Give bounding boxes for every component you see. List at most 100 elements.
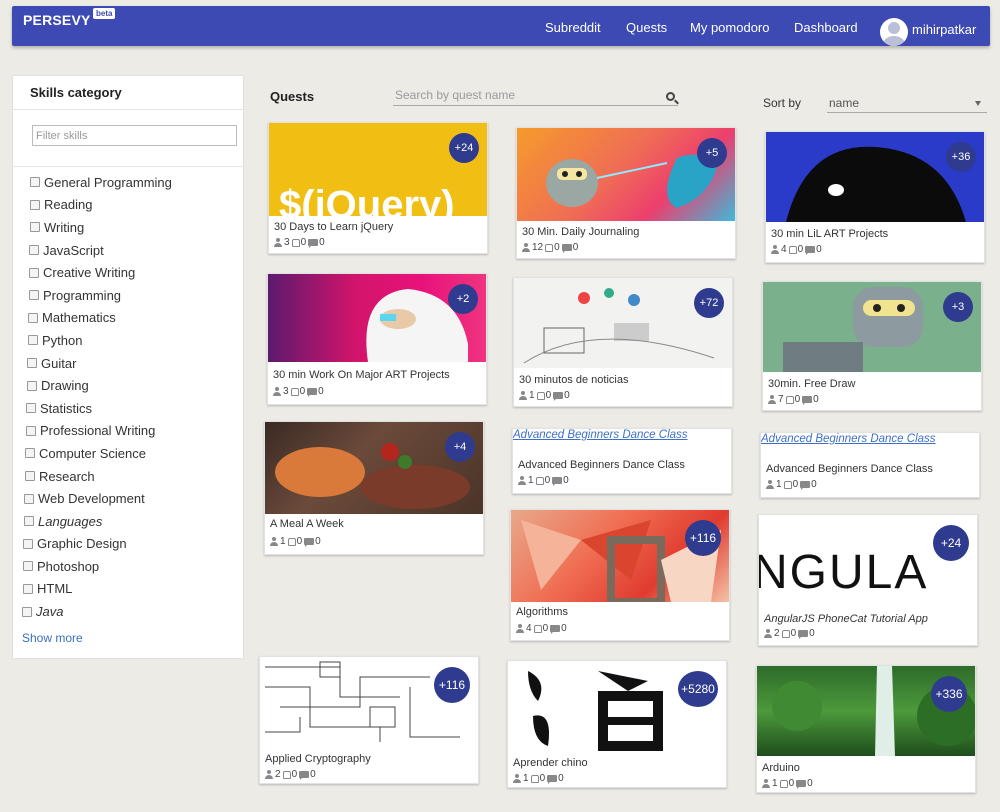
username[interactable]: mihirpatkar <box>912 8 976 48</box>
divider <box>13 109 243 110</box>
quest-card[interactable]: +3 30min. Free Draw 700 <box>762 281 982 411</box>
points-badge: +5280 <box>678 671 718 707</box>
thumbs-up-icon <box>783 480 792 489</box>
quest-card[interactable]: $(jQuery) +24 30 Days to Learn jQuery 30… <box>268 122 488 254</box>
quest-card[interactable]: +72 30 minutos de noticias 100 <box>513 277 733 407</box>
checkbox[interactable] <box>23 561 33 572</box>
chevron-down-icon <box>975 101 981 106</box>
comment-icon <box>299 771 310 780</box>
checkbox[interactable] <box>26 425 36 436</box>
beta-badge: beta <box>93 8 116 19</box>
points-badge: +24 <box>449 133 479 163</box>
quest-title: Advanced Beginners Dance Class <box>766 463 933 475</box>
quest-title: 30min. Free Draw <box>768 378 856 390</box>
thumbs-up-icon <box>781 629 790 638</box>
quest-title: Arduino <box>762 762 800 774</box>
skill-item[interactable]: Reading <box>13 194 243 217</box>
skill-item[interactable]: Languages <box>13 510 243 533</box>
logo[interactable]: PERSEVY <box>23 12 91 28</box>
avatar[interactable] <box>880 18 908 46</box>
skill-item[interactable]: JavaScript <box>13 239 243 262</box>
quest-card[interactable]: +4 A Meal A Week 100 <box>264 421 484 555</box>
checkbox[interactable] <box>30 177 40 188</box>
checkbox[interactable] <box>29 290 39 301</box>
skills-sidebar: Skills category General Programming Read… <box>13 76 243 658</box>
comment-icon <box>304 538 315 547</box>
sort-select[interactable]: name <box>827 93 987 113</box>
user-icon <box>762 779 770 788</box>
quest-card[interactable]: +116 Algorithms 400 <box>510 509 730 641</box>
checkbox[interactable] <box>27 380 37 391</box>
points-badge: +24 <box>933 525 969 561</box>
checkbox[interactable] <box>26 403 36 414</box>
skill-item[interactable]: Mathematics <box>13 307 243 330</box>
checkbox[interactable] <box>29 245 39 256</box>
skill-item[interactable]: Java <box>13 600 243 623</box>
comment-icon <box>547 775 558 784</box>
skill-item[interactable]: Photoshop <box>13 555 243 578</box>
skill-item[interactable]: Graphic Design <box>13 533 243 556</box>
sort-by-label: Sort by <box>763 96 802 110</box>
quest-card[interactable]: +5280 Aprender chino 100 <box>507 660 727 788</box>
nav-my-pomodoro[interactable]: My pomodoro <box>690 6 769 46</box>
points-badge: +4 <box>445 432 475 462</box>
skill-item[interactable]: Programming <box>13 284 243 307</box>
checkbox[interactable] <box>30 222 40 233</box>
skill-item[interactable]: Statistics <box>13 397 243 420</box>
skill-item[interactable]: Computer Science <box>13 442 243 465</box>
checkbox[interactable] <box>28 312 38 323</box>
quest-card[interactable]: +116 Applied Cryptography 200 <box>259 656 479 784</box>
quest-title: 30 min Work On Major ART Projects <box>273 369 450 381</box>
quest-card[interactable]: +2 30 min Work On Major ART Projects 300 <box>267 273 487 405</box>
quest-card[interactable]: NGULA +24 AngularJS PhoneCat Tutorial Ap… <box>758 514 978 646</box>
quest-title: 30 Min. Daily Journaling <box>522 226 640 238</box>
checkbox[interactable] <box>25 448 35 459</box>
nav-dashboard[interactable]: Dashboard <box>794 6 858 46</box>
checkbox[interactable] <box>24 493 34 504</box>
user-icon <box>518 476 526 485</box>
quest-card[interactable]: +336 Arduino 100 <box>756 665 976 793</box>
checkbox[interactable] <box>22 606 32 617</box>
checkbox[interactable] <box>23 583 33 594</box>
filter-skills-input[interactable] <box>32 125 237 146</box>
checkbox[interactable] <box>25 471 35 482</box>
comment-icon <box>552 477 563 486</box>
thumbs-up-icon <box>287 537 296 546</box>
quest-stats: 100 <box>766 479 817 490</box>
quest-card[interactable]: +36 30 min LiL ART Projects 400 <box>765 131 985 263</box>
comment-icon <box>561 244 572 253</box>
quest-stats: 400 <box>516 623 567 634</box>
skill-item[interactable]: Web Development <box>13 487 243 510</box>
quest-card[interactable]: Advanced Beginners Dance Class Advanced … <box>512 428 732 494</box>
checkbox[interactable] <box>30 199 40 210</box>
search-quest-input[interactable] <box>393 84 678 106</box>
skill-item[interactable]: General Programming <box>13 171 243 194</box>
checkbox[interactable] <box>29 267 39 278</box>
skill-item[interactable]: Drawing <box>13 374 243 397</box>
skill-item[interactable]: Guitar <box>13 352 243 375</box>
quest-card[interactable]: Advanced Beginners Dance Class Advanced … <box>760 432 980 498</box>
skill-item[interactable]: Research <box>13 465 243 488</box>
nav-quests[interactable]: Quests <box>626 6 667 46</box>
skill-item[interactable]: Writing <box>13 216 243 239</box>
show-more-link[interactable]: Show more <box>22 631 83 645</box>
nav-subreddit[interactable]: Subreddit <box>545 6 601 46</box>
skill-item[interactable]: Professional Writing <box>13 420 243 443</box>
search-icon[interactable] <box>666 92 675 101</box>
user-icon <box>516 624 524 633</box>
skill-item[interactable]: HTML <box>13 578 243 601</box>
skill-item[interactable]: Creative Writing <box>13 261 243 284</box>
quest-title: 30 min LiL ART Projects <box>771 228 889 240</box>
checkbox[interactable] <box>28 335 38 346</box>
quest-stats: 700 <box>768 394 819 405</box>
checkbox[interactable] <box>27 358 37 369</box>
checkbox[interactable] <box>24 516 34 527</box>
skills-category-title: Skills category <box>30 85 122 100</box>
quest-stats: 300 <box>274 237 325 248</box>
skill-item[interactable]: Python <box>13 329 243 352</box>
quest-title: Algorithms <box>516 606 568 618</box>
checkbox[interactable] <box>23 538 33 549</box>
quest-card[interactable]: +5 30 Min. Daily Journaling 12 0 0 <box>516 127 736 259</box>
comment-icon <box>802 396 813 405</box>
points-badge: +336 <box>931 676 967 712</box>
